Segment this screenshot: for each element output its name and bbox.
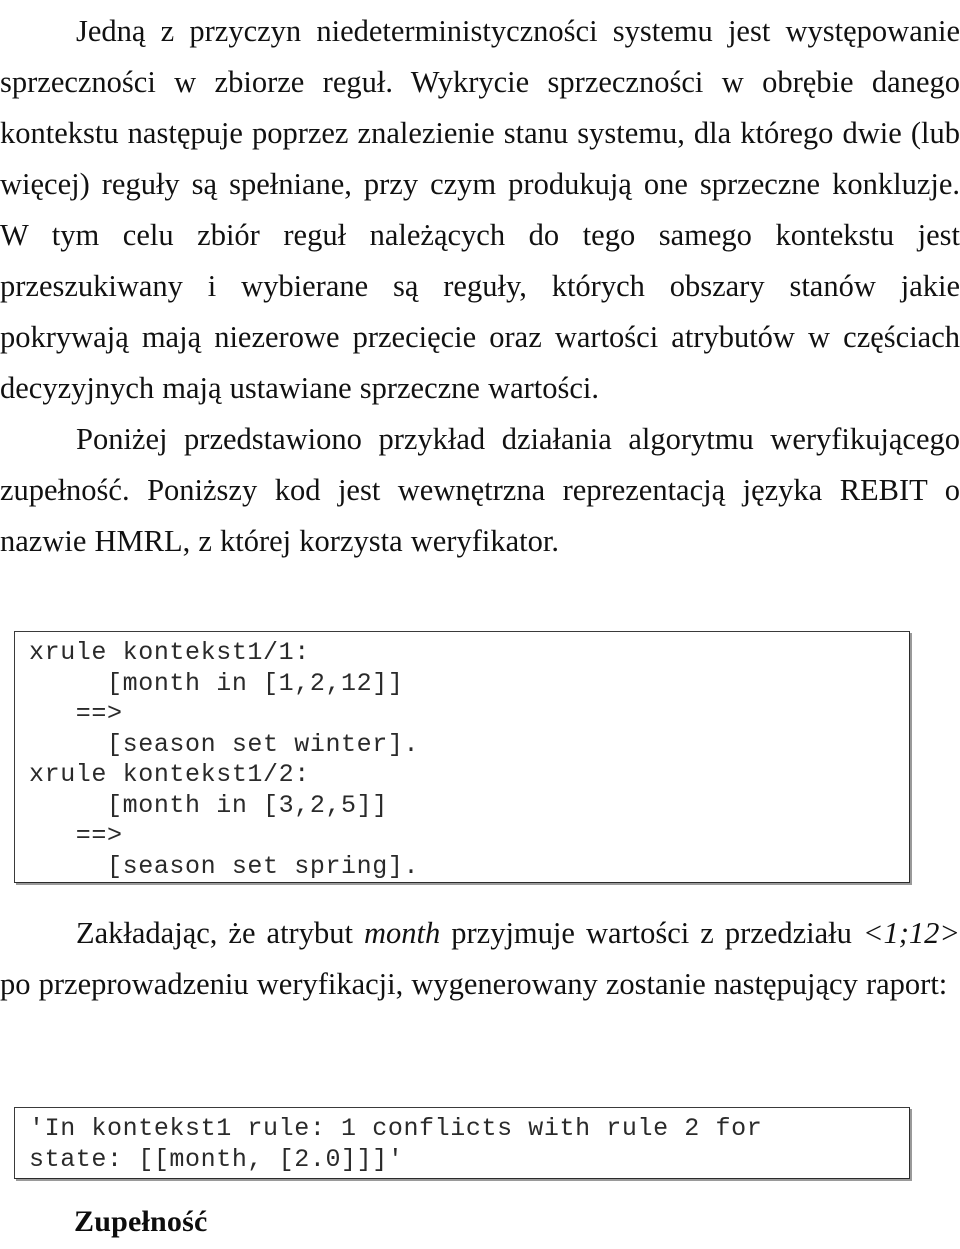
code-block-report-text: 'In kontekst1 rule: 1 conflicts with rul… [29,1114,763,1174]
run-text-3: po przeprowadzeniu weryfikacji, wygenero… [0,967,948,1001]
code-block-report: 'In kontekst1 rule: 1 conflicts with rul… [14,1107,910,1179]
paragraph-example-intro: Poniżej przedstawiono przykład działania… [0,422,960,558]
run-italic-range: <1;12> [862,916,960,950]
section-heading-zupelnosc: Zupełność [74,1205,208,1238]
run-italic-month: month [363,916,441,950]
code-block-rules: xrule kontekst1/1: [month in [1,2,12]] =… [14,631,910,883]
run-text-2: przyjmuje wartości z przedziału [440,916,863,950]
code-block-rules-text: xrule kontekst1/1: [month in [1,2,12]] =… [29,638,420,881]
document-page: Jedną z przyczyn niedeterministyczności … [0,0,960,1249]
paragraph-assumption: Zakładając, że atrybut month przyjmuje w… [0,908,960,1010]
paragraph-intro: Jedną z przyczyn niedeterministyczności … [0,14,960,405]
run-text-1: Zakładając, że atrybut [76,916,364,950]
